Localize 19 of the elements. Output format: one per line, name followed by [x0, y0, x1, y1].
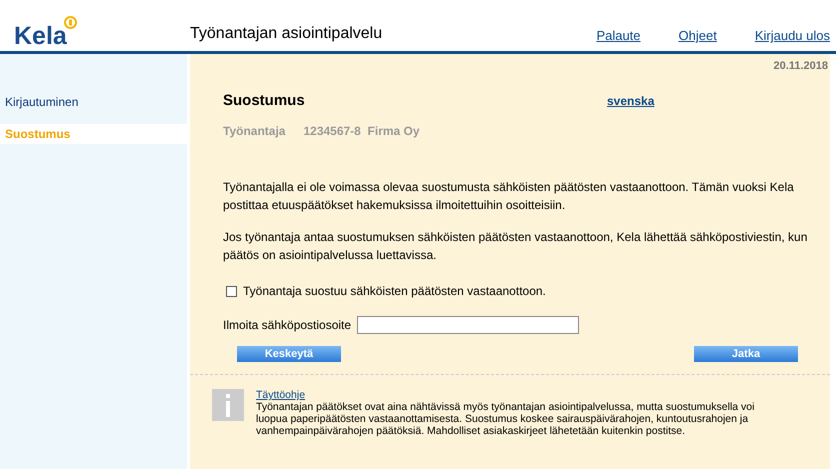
info-paragraph: Jos työnantaja antaa suostumuksen sähköisten päätösten vastaanottoon, Kela lähettää sähköpostiviestin, kun päätös on asiointipalvelussa luettavissa. [223, 229, 808, 264]
info-paragraph: Työnantajalla ei ole voimassa olevaa suostumusta sähköisten päätösten vastaanottoon. Tämän vuoksi Kela postittaa etuuspäätökset hakemuksissa ilmoitettuihin osoitteisiin. [223, 179, 795, 214]
date-text: 20.11.2018 [774, 60, 828, 72]
help-text: Työnantajan päätökset ovat aina nähtävissä myös työnantajan asiointipalvelussa, mutta suostumuksella voi luopua paperipäätösten vastaanottamisesta. Suostumus koskee sairauspäivärahojen, kuntoutusrahojen ja vanhempainpäivärahojen päätöksiä. Mahdolliset asiakaskirjeet lähetetään kuitenkin postitse. [256, 401, 756, 437]
header-link[interactable]: Kirjaudu ulos [754, 28, 830, 43]
checkbox-label: Työnantaja suostuu sähköisten päätösten vastaanottoon. [243, 284, 546, 298]
employer-label: Työnantaja [223, 124, 286, 138]
employer-value: 1234567-8 Firma Oy [303, 124, 420, 138]
sidebar-item[interactable]: Kirjautuminen [0, 92, 187, 112]
header-link[interactable]: Ohjeet [678, 28, 717, 43]
header-link[interactable]: Palaute [596, 28, 641, 43]
language-link[interactable]: svenska [607, 94, 654, 108]
logo-text: Kela [14, 24, 67, 49]
service-title: Työnantajan asiointipalvelu [190, 25, 384, 44]
email-label: Ilmoita sähköpostiosoite [223, 318, 352, 332]
page-title: Suostumus [223, 92, 306, 109]
consent-checkbox[interactable] [226, 286, 237, 296]
help-link[interactable]: Täyttöohje [256, 389, 306, 401]
email-field[interactable] [357, 316, 580, 334]
